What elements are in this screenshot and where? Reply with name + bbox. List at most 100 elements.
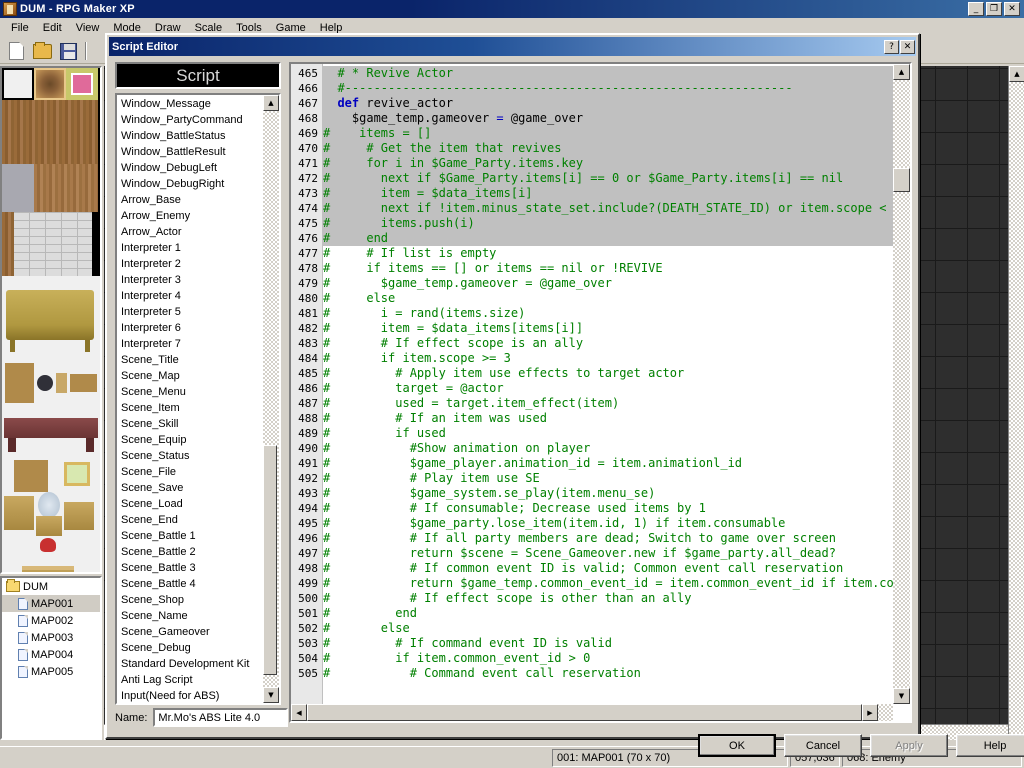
script-list-item[interactable]: Arrow_Enemy	[119, 208, 263, 224]
canvas-vertical-scrollbar[interactable]: ▲	[1008, 66, 1024, 740]
code-line[interactable]: # next if !item.minus_state_set.include?…	[323, 201, 893, 216]
script-list-item[interactable]: Interpreter 4	[119, 288, 263, 304]
map-tree-item-map004[interactable]: MAP004	[2, 646, 100, 663]
menu-edit[interactable]: Edit	[36, 20, 69, 36]
script-list-item[interactable]: Standard Development Kit	[119, 656, 263, 672]
code-line[interactable]: # # Command event call reservation	[323, 666, 893, 681]
script-name-input[interactable]: Mr.Mo's ABS Lite 4.0	[153, 708, 289, 727]
script-list-item[interactable]: Scene_File	[119, 464, 263, 480]
map-tree-item-map002[interactable]: MAP002	[2, 612, 100, 629]
code-line[interactable]: # * Revive Actor	[323, 66, 893, 81]
code-line[interactable]: # # If consumable; Decrease used items b…	[323, 501, 893, 516]
dialog-help-button[interactable]: ?	[884, 39, 899, 54]
script-list-item[interactable]: Scene_Skill	[119, 416, 263, 432]
script-list-item[interactable]: Window_PartyCommand	[119, 112, 263, 128]
code-vertical-scrollbar[interactable]: ▲ ▼	[893, 64, 910, 704]
code-line[interactable]: # $game_system.se_play(item.menu_se)	[323, 486, 893, 501]
new-project-icon[interactable]	[4, 40, 28, 62]
ok-button[interactable]: OK	[698, 734, 776, 757]
map-tree-item-map001[interactable]: MAP001	[2, 595, 100, 612]
code-scroll-down-icon[interactable]: ▼	[893, 688, 910, 704]
script-list-item[interactable]: Window_DebugLeft	[119, 160, 263, 176]
tile-rug[interactable]	[66, 68, 98, 100]
script-list-item[interactable]: Scene_Equip	[119, 432, 263, 448]
code-line[interactable]: # # Apply item use effects to target act…	[323, 366, 893, 381]
script-list-item[interactable]: Window_DebugRight	[119, 176, 263, 192]
code-line[interactable]: # item = $data_items[i]	[323, 186, 893, 201]
script-list-item[interactable]: Scene_Map	[119, 368, 263, 384]
code-scroll-right-icon[interactable]: ▶	[862, 704, 878, 721]
code-line[interactable]: # item = $data_items[items[i]]	[323, 321, 893, 336]
script-list-item[interactable]: Input(Need for ABS)	[119, 688, 263, 703]
script-list-item[interactable]: Window_BattleStatus	[119, 128, 263, 144]
script-list-item[interactable]: Interpreter 6	[119, 320, 263, 336]
code-line[interactable]: # # If effect scope is other than an all…	[323, 591, 893, 606]
script-list-item[interactable]: Scene_Item	[119, 400, 263, 416]
maximize-button[interactable]: ❐	[986, 2, 1002, 16]
code-line[interactable]: # # If common event ID is valid; Common …	[323, 561, 893, 576]
code-line[interactable]: # # If an item was used	[323, 411, 893, 426]
code-line[interactable]: # return $game_temp.common_event_id = it…	[323, 576, 893, 591]
menu-view[interactable]: View	[69, 20, 107, 36]
code-line[interactable]: # # If list is empty	[323, 246, 893, 261]
script-list-item[interactable]: Scene_Load	[119, 496, 263, 512]
code-line[interactable]: # items.push(i)	[323, 216, 893, 231]
code-scroll-left-icon[interactable]: ◀	[291, 704, 307, 721]
code-editor-container[interactable]: 465 466 467 468 469 470 471 472 473 474 475 476 477 4…	[289, 62, 912, 723]
script-list-scroll-down-icon[interactable]: ▼	[263, 687, 279, 703]
save-project-icon[interactable]	[56, 40, 80, 62]
code-line[interactable]: # next if $Game_Party.items[i] == 0 or $…	[323, 171, 893, 186]
script-list-item[interactable]: Scene_Gameover	[119, 624, 263, 640]
map-tree-item-map005[interactable]: MAP005	[2, 663, 100, 680]
tile-wood-strip[interactable]	[2, 212, 14, 276]
code-line[interactable]: # $game_temp.gameover = @game_over	[323, 276, 893, 291]
tile-gray-floor[interactable]	[2, 164, 34, 212]
code-line[interactable]: $game_temp.gameover = @game_over	[323, 111, 893, 126]
scroll-up-arrow-icon[interactable]: ▲	[1009, 66, 1024, 82]
code-line[interactable]: # # If effect scope is an ally	[323, 336, 893, 351]
code-line[interactable]: # if items == [] or items == nil or !REV…	[323, 261, 893, 276]
code-line[interactable]: # $game_player.animation_id = item.anima…	[323, 456, 893, 471]
tile-furniture-set[interactable]	[2, 458, 100, 558]
tile-table-area[interactable]	[2, 284, 100, 352]
script-list-scroll-thumb[interactable]	[263, 445, 277, 675]
map-tree-panel[interactable]: DUM MAP001 MAP002 MAP003 MAP004 MAP005	[0, 576, 102, 740]
script-list-item[interactable]: Scene_Debug	[119, 640, 263, 656]
code-line[interactable]: # #Show animation on player	[323, 441, 893, 456]
code-line[interactable]: #---------------------------------------…	[323, 81, 893, 96]
script-list-item[interactable]: Interpreter 7	[119, 336, 263, 352]
code-line[interactable]: # i = rand(items.size)	[323, 306, 893, 321]
code-line[interactable]: # if item.scope >= 3	[323, 351, 893, 366]
script-list-item[interactable]: Interpreter 3	[119, 272, 263, 288]
open-project-icon[interactable]	[30, 40, 54, 62]
code-line[interactable]: # for i in $Game_Party.items.key	[323, 156, 893, 171]
code-line[interactable]: def revive_actor	[323, 96, 893, 111]
code-line[interactable]: # end	[323, 606, 893, 621]
script-list-item[interactable]: Interpreter 1	[119, 240, 263, 256]
script-list-item[interactable]: Scene_End	[119, 512, 263, 528]
script-list-item[interactable]: Scene_Name	[119, 608, 263, 624]
code-line[interactable]: # # If command event ID is valid	[323, 636, 893, 651]
script-list-item[interactable]: Window_BattleResult	[119, 144, 263, 160]
script-list-item[interactable]: Interpreter 5	[119, 304, 263, 320]
script-list-container[interactable]: Window_Message Window_PartyCommand Window_…	[115, 93, 281, 705]
code-line[interactable]: # used = target.item_effect(item)	[323, 396, 893, 411]
help-button[interactable]: Help	[956, 734, 1024, 757]
code-editor-area[interactable]: 465 466 467 468 469 470 471 472 473 474 475 476 477 4…	[291, 64, 893, 704]
script-list-item[interactable]: Window_Message	[119, 96, 263, 112]
code-hscroll-thumb[interactable]	[307, 704, 862, 721]
code-scroll-up-icon[interactable]: ▲	[893, 64, 910, 80]
code-line[interactable]: # $game_party.lose_item(item.id, 1) if i…	[323, 516, 893, 531]
tileset-palette[interactable]	[0, 66, 102, 574]
tile-blank[interactable]	[2, 68, 34, 100]
script-list-scroll-up-icon[interactable]: ▲	[263, 95, 279, 111]
script-list-item[interactable]: Arrow_Actor	[119, 224, 263, 240]
script-list-item[interactable]: Scene_Battle 1	[119, 528, 263, 544]
tile-wood-floor-2[interactable]	[34, 164, 98, 212]
script-list-item[interactable]: Interpreter 2	[119, 256, 263, 272]
code-line[interactable]: # else	[323, 291, 893, 306]
minimize-button[interactable]: _	[968, 2, 984, 16]
code-line[interactable]: # # Get the item that revives	[323, 141, 893, 156]
script-list-item[interactable]: Scene_Save	[119, 480, 263, 496]
script-list-item[interactable]: Scene_Shop	[119, 592, 263, 608]
